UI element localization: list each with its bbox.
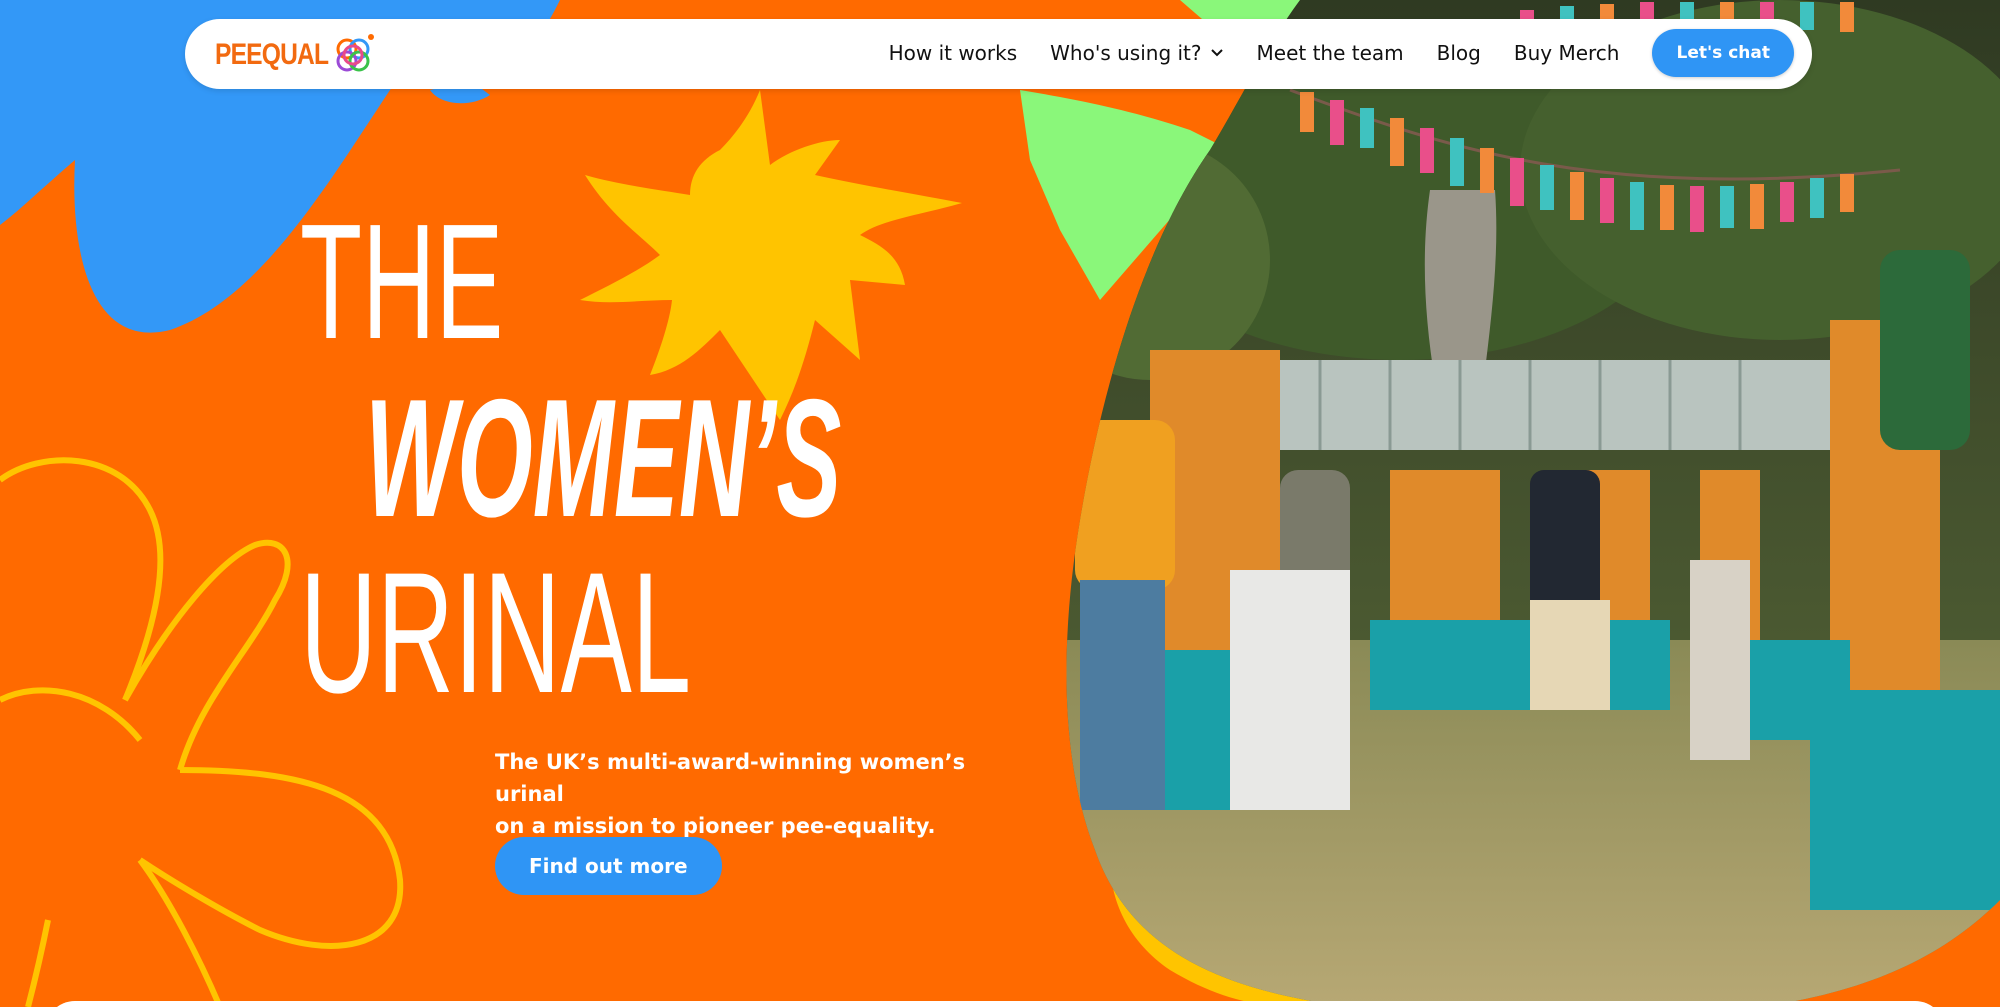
nav-links: How it works Who's using it? Meet the te… bbox=[889, 29, 1794, 77]
person-shape bbox=[1075, 420, 1175, 590]
nav-blog[interactable]: Blog bbox=[1437, 41, 1481, 65]
fence-shape bbox=[1250, 360, 1850, 450]
lets-chat-button[interactable]: Let's chat bbox=[1652, 29, 1794, 77]
hero-section: PEEQUAL How it works Who's using it? Mee… bbox=[0, 0, 2000, 1007]
heading-line-womens: WOMEN’S bbox=[365, 364, 842, 552]
nav-meet-the-team[interactable]: Meet the team bbox=[1257, 41, 1404, 65]
hero-subtitle-line1: The UK’s multi-award-winning women’s uri… bbox=[495, 750, 966, 806]
nav-how-it-works[interactable]: How it works bbox=[889, 41, 1018, 65]
hero-photo bbox=[1066, 0, 2000, 1007]
heading-line-the: THE bbox=[300, 190, 504, 373]
peequal-logo-icon bbox=[336, 34, 375, 72]
find-out-more-button[interactable]: Find out more bbox=[495, 837, 722, 895]
nav-buy-merch[interactable]: Buy Merch bbox=[1514, 41, 1620, 65]
chevron-down-icon bbox=[1210, 49, 1223, 57]
nav-whos-using-it-label: Who's using it? bbox=[1050, 41, 1202, 65]
nav-whos-using-it[interactable]: Who's using it? bbox=[1050, 41, 1223, 65]
brand-wordmark: PEEQUAL bbox=[215, 38, 329, 71]
main-navbar: PEEQUAL How it works Who's using it? Mee… bbox=[185, 19, 1812, 89]
hero-subtitle: The UK’s multi-award-winning women’s uri… bbox=[495, 746, 1035, 842]
next-section-edge bbox=[45, 1001, 1945, 1007]
brand-logo[interactable]: PEEQUAL bbox=[215, 33, 375, 77]
heading-line-urinal: URINAL bbox=[300, 537, 692, 729]
